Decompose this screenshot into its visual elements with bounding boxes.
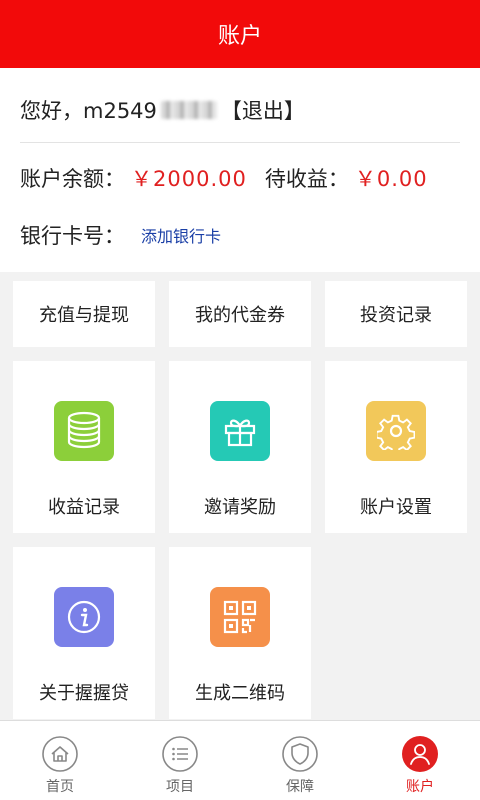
recharge-withdraw-button[interactable]: 充值与提现 <box>13 281 155 347</box>
balance-value: ￥2000.00 <box>131 167 247 191</box>
tab-security[interactable]: 保障 <box>240 721 360 800</box>
my-vouchers-label: 我的代金券 <box>195 305 285 326</box>
greeting-row: 您好，m2549 【退出】 <box>20 92 305 128</box>
tab-account-label: 账户 <box>406 779 434 795</box>
tab-security-label: 保障 <box>286 779 314 795</box>
my-vouchers-button[interactable]: 我的代金券 <box>169 281 311 347</box>
recharge-withdraw-label: 充值与提现 <box>39 305 129 326</box>
user-icon <box>401 735 439 773</box>
greeting-text: 您好，m2549 <box>20 99 157 123</box>
balance-label: 账户余额： <box>20 167 125 191</box>
gift-icon <box>210 401 270 461</box>
app-header: 账户 <box>0 0 480 68</box>
tab-home-label: 首页 <box>46 779 74 795</box>
home-icon <box>41 735 79 773</box>
earnings-records-label: 收益记录 <box>48 497 120 518</box>
account-settings-label: 账户设置 <box>360 497 432 518</box>
coins-icon <box>54 401 114 461</box>
shield-icon <box>281 735 319 773</box>
generate-qrcode-tile[interactable]: 生成二维码 <box>169 547 311 719</box>
gear-icon <box>366 401 426 461</box>
tab-account[interactable]: 账户 <box>360 721 480 800</box>
masked-username <box>160 101 217 119</box>
account-settings-tile[interactable]: 账户设置 <box>325 361 467 533</box>
tab-projects[interactable]: 项目 <box>120 721 240 800</box>
bank-card-label: 银行卡号： <box>20 224 125 248</box>
page-title: 账户 <box>217 24 262 49</box>
info-icon <box>54 587 114 647</box>
investment-records-label: 投资记录 <box>360 305 432 326</box>
add-bank-card-link[interactable]: 添加银行卡 <box>141 223 221 247</box>
bank-card-row: 银行卡号： 添加银行卡 <box>20 218 221 252</box>
pending-label: 待收益： <box>264 167 349 191</box>
invite-rewards-label: 邀请奖励 <box>204 497 276 518</box>
list-icon <box>161 735 199 773</box>
bottom-tab-bar: 首页 项目 保障 账户 <box>0 720 480 800</box>
generate-qrcode-label: 生成二维码 <box>195 683 285 704</box>
about-label: 关于握握贷 <box>39 683 129 704</box>
investment-records-button[interactable]: 投资记录 <box>325 281 467 347</box>
invite-rewards-tile[interactable]: 邀请奖励 <box>169 361 311 533</box>
qrcode-icon <box>210 587 270 647</box>
tab-home[interactable]: 首页 <box>0 721 120 800</box>
divider <box>20 142 460 143</box>
account-summary: 您好，m2549 【退出】 账户余额： ￥2000.00 待收益： ￥0.00 … <box>0 68 480 272</box>
about-tile[interactable]: 关于握握贷 <box>13 547 155 719</box>
logout-link[interactable]: 【退出】 <box>221 95 305 125</box>
pending-value: ￥0.00 <box>354 167 428 191</box>
tab-projects-label: 项目 <box>166 779 194 795</box>
earnings-records-tile[interactable]: 收益记录 <box>13 361 155 533</box>
balance-row: 账户余额： ￥2000.00 待收益： ￥0.00 <box>20 160 446 196</box>
